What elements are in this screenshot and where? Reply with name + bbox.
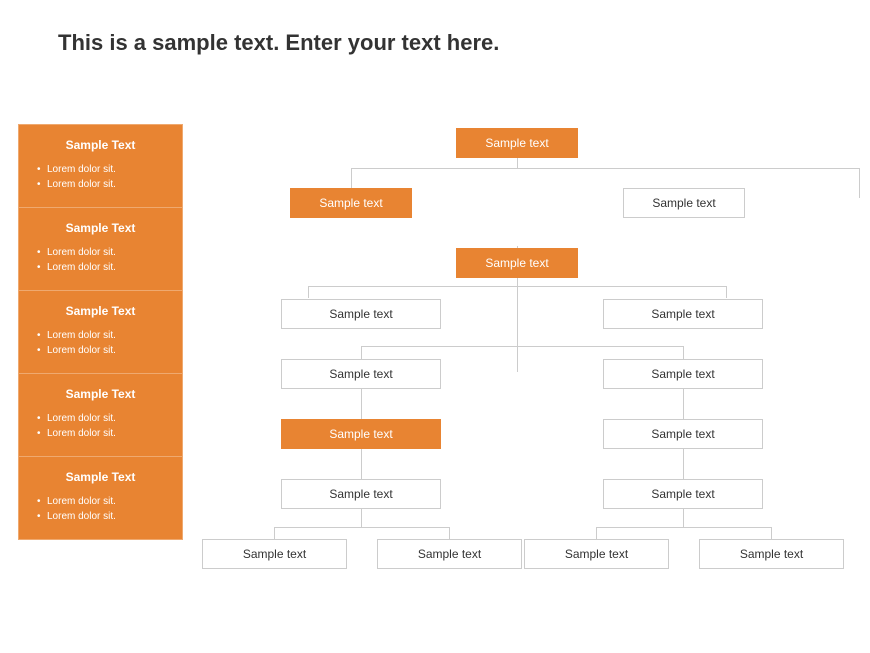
chart-node: Sample text [281, 359, 441, 389]
chart-node: Sample text [524, 539, 669, 569]
org-chart: Sample text Sample text Sample text Samp… [183, 118, 870, 653]
connector [274, 527, 449, 528]
sidebar-bullet: Lorem dolor sit. [37, 245, 168, 260]
sidebar-item-4: Sample Text Lorem dolor sit. Lorem dolor… [19, 374, 182, 457]
sidebar-bullet: Lorem dolor sit. [37, 509, 168, 524]
chart-node: Sample text [456, 248, 578, 278]
chart-node: Sample text [281, 479, 441, 509]
chart-node: Sample text [603, 299, 763, 329]
chart-node: Sample text [603, 479, 763, 509]
connector [361, 346, 683, 347]
sidebar-bullet: Lorem dolor sit. [37, 411, 168, 426]
connector [308, 286, 727, 287]
connector [517, 158, 518, 168]
chart-node: Sample text [603, 359, 763, 389]
connector [361, 449, 362, 479]
connector [361, 346, 362, 359]
chart-node: Sample text [202, 539, 347, 569]
sidebar-heading: Sample Text [33, 387, 168, 401]
connector [308, 286, 309, 298]
chart-node: Sample text [281, 299, 441, 329]
sidebar-heading: Sample Text [33, 221, 168, 235]
chart-node: Sample text [603, 419, 763, 449]
sidebar-item-2: Sample Text Lorem dolor sit. Lorem dolor… [19, 208, 182, 291]
connector [361, 389, 362, 419]
sidebar-bullet: Lorem dolor sit. [37, 177, 168, 192]
sidebar-item-5: Sample Text Lorem dolor sit. Lorem dolor… [19, 457, 182, 539]
connector [683, 346, 684, 359]
connector [351, 168, 860, 198]
chart-node: Sample text [377, 539, 522, 569]
sidebar-item-1: Sample Text Lorem dolor sit. Lorem dolor… [19, 125, 182, 208]
chart-node: Sample text [623, 188, 745, 218]
connector [683, 389, 684, 419]
sidebar-heading: Sample Text [33, 304, 168, 318]
sidebar-bullet: Lorem dolor sit. [37, 162, 168, 177]
connector [726, 286, 727, 298]
connector [274, 527, 275, 539]
sidebar-bullet: Lorem dolor sit. [37, 328, 168, 343]
sidebar-heading: Sample Text [33, 470, 168, 484]
connector [361, 509, 362, 527]
connector [683, 509, 684, 527]
chart-node: Sample text [290, 188, 412, 218]
sidebar-bullet: Lorem dolor sit. [37, 426, 168, 441]
connector [771, 527, 772, 539]
sidebar-heading: Sample Text [33, 138, 168, 152]
sidebar: Sample Text Lorem dolor sit. Lorem dolor… [18, 124, 183, 540]
connector [596, 527, 771, 528]
connector [449, 527, 450, 539]
sidebar-bullet: Lorem dolor sit. [37, 260, 168, 275]
sidebar-bullet: Lorem dolor sit. [37, 343, 168, 358]
page-title: This is a sample text. Enter your text h… [58, 30, 499, 56]
chart-node: Sample text [281, 419, 441, 449]
chart-node-root: Sample text [456, 128, 578, 158]
connector [596, 527, 597, 539]
chart-node: Sample text [699, 539, 844, 569]
sidebar-bullet: Lorem dolor sit. [37, 494, 168, 509]
connector [683, 449, 684, 479]
sidebar-item-3: Sample Text Lorem dolor sit. Lorem dolor… [19, 291, 182, 374]
